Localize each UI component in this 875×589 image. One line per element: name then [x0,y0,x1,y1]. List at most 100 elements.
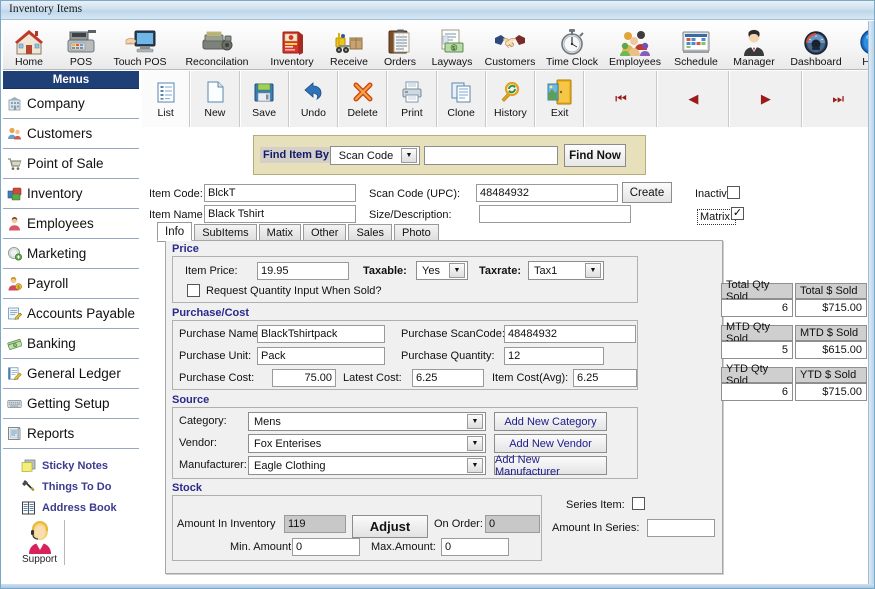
toolbar-button-receive[interactable]: Receive [323,20,375,69]
previous-record-button[interactable]: ◀ [656,71,730,127]
action-button-save[interactable]: Save [239,71,289,127]
toolbar-button-manager[interactable]: Manager [725,20,783,69]
action-button-exit[interactable]: Exit [535,71,585,127]
payroll-icon: $ [7,276,22,291]
find-item-label: Find Item By: [260,147,336,163]
toolbar-button-dashboard[interactable]: Dashboard [783,20,849,69]
action-button-undo[interactable]: Undo [288,71,338,127]
scan-code-input[interactable] [476,184,618,202]
tab-info[interactable]: Info [157,222,193,241]
amount-in-series-input[interactable] [647,519,715,537]
action-button-history[interactable]: History [485,71,535,127]
sidebar-item-company[interactable]: Company [3,89,139,119]
support-button[interactable]: Support [3,520,65,565]
purchase-name-input[interactable] [257,325,385,343]
action-button-new[interactable]: New [190,71,240,127]
purchase-scancode-input[interactable] [504,325,636,343]
action-button-clone[interactable]: Clone [436,71,486,127]
shortcut-things-to-do[interactable]: Things To Do [21,476,139,497]
sidebar-item-inventory[interactable]: Inventory [3,179,139,209]
latest-cost-input[interactable] [412,369,484,387]
customers-icon [7,126,22,141]
min-amount-input[interactable] [292,538,360,556]
purchase-unit-input[interactable] [257,347,385,365]
chevron-down-icon: ▼ [467,414,483,429]
add-new-manufacturer-button[interactable]: Add New Manufacturer [494,454,607,478]
stats-amount-header: YTD $ Sold [795,367,867,383]
toolbar-button-label: Time Clock [545,56,599,68]
action-button-print[interactable]: Print [387,71,437,127]
price-group: Item Price: Taxable: Yes ▼ Taxrate: Tax1… [172,256,638,303]
manufacturer-select[interactable]: Eagle Clothing ▼ [248,456,486,475]
sidebar-item-payroll[interactable]: $ Payroll [3,269,139,299]
add-new-category-button[interactable]: Add New Category [494,412,607,431]
toolbar-button-employees[interactable]: Employees [603,20,667,69]
next-record-button[interactable]: ▶ [729,71,802,127]
vendor-select[interactable]: Fox Enterises ▼ [248,434,486,453]
toolbar-button-touch-pos[interactable]: Touch POS [107,20,173,69]
matrix-checkbox[interactable]: ✓ [731,207,744,220]
first-record-button[interactable]: ⏮ [584,71,657,127]
money-stack-icon [7,336,22,351]
last-record-button[interactable]: ⏭ [801,71,874,127]
toolbar-button-inventory[interactable]: Inventory [261,20,323,69]
sidebar-item-general-ledger[interactable]: General Ledger [3,359,139,389]
purchase-quantity-input[interactable] [504,347,604,365]
tab-other[interactable]: Other [302,224,347,241]
action-button-delete[interactable]: Delete [338,71,388,127]
sidebar-item-accounts-payable[interactable]: Accounts Payable [3,299,139,329]
create-button[interactable]: Create [622,182,672,203]
shortcut-label: Sticky Notes [42,459,109,472]
toolbar-button-time-clock[interactable]: Time Clock [541,20,603,69]
action-button-label: Save [252,107,277,119]
sidebar-item-customers[interactable]: Customers [3,119,139,149]
toolbar-button-layways[interactable]: $ Layways [425,20,479,69]
hammer-icon [21,479,36,494]
purchase-cost-input[interactable] [272,369,336,387]
taxrate-select[interactable]: Tax1 ▼ [528,261,604,280]
request-qty-checkbox[interactable] [187,284,200,297]
item-cost-input[interactable] [573,369,637,387]
toolbar-button-pos[interactable]: POS [55,20,107,69]
category-select[interactable]: Mens ▼ [248,412,486,431]
toolbar-button-customers[interactable]: Customers [479,20,541,69]
max-amount-input[interactable] [441,538,509,556]
sidebar-item-banking[interactable]: Banking [3,329,139,359]
find-query-input[interactable] [424,146,558,165]
toolbar-button-orders[interactable]: Orders [375,20,425,69]
taxable-select[interactable]: Yes ▼ [416,261,468,280]
adjust-button[interactable]: Adjust [352,515,428,538]
find-mode-select[interactable]: Scan Code ▼ [330,146,420,165]
floppy-disk-icon [253,79,275,105]
toolbar-button-label: Employees [609,56,661,68]
inactive-checkbox[interactable] [727,186,740,199]
shortcut-address-book[interactable]: Address Book [21,497,139,518]
toolbar-button-label: Schedule [674,56,718,68]
tab-subitems[interactable]: SubItems [194,224,257,241]
sidebar-item-reports[interactable]: Reports [3,419,139,449]
tab-sales[interactable]: Sales [348,224,392,241]
sidebar-item-marketing[interactable]: Marketing [3,239,139,269]
item-name-input[interactable] [204,205,356,223]
taxrate-value: Tax1 [534,264,558,277]
action-button-list[interactable]: List [141,71,191,127]
tab-matix[interactable]: Matix [258,224,301,241]
add-new-vendor-button[interactable]: Add New Vendor [494,434,607,453]
last-record-icon: ⏭ [832,91,844,106]
invoice-edit-icon [7,306,22,321]
find-now-button[interactable]: Find Now [564,144,626,167]
stats-amount-header: Total $ Sold [795,283,867,299]
toolbar-button-reconcilation[interactable]: Reconcilation [173,20,261,69]
series-item-checkbox[interactable] [632,497,645,510]
tab-photo[interactable]: Photo [393,224,439,241]
sidebar-item-point-of-sale[interactable]: Point of Sale [3,149,139,179]
size-description-input[interactable] [479,205,631,223]
item-price-input[interactable] [257,262,349,280]
info-tab-panel: Price Item Price: Taxable: Yes ▼ Taxrate… [165,240,723,574]
sidebar-item-getting-setup[interactable]: Getting Setup [3,389,139,419]
sidebar-item-employees[interactable]: Employees [3,209,139,239]
toolbar-button-schedule[interactable]: Schedule [667,20,725,69]
item-code-input[interactable] [204,184,356,202]
toolbar-button-home[interactable]: Home [3,20,55,69]
shortcut-sticky-notes[interactable]: Sticky Notes [21,455,139,476]
